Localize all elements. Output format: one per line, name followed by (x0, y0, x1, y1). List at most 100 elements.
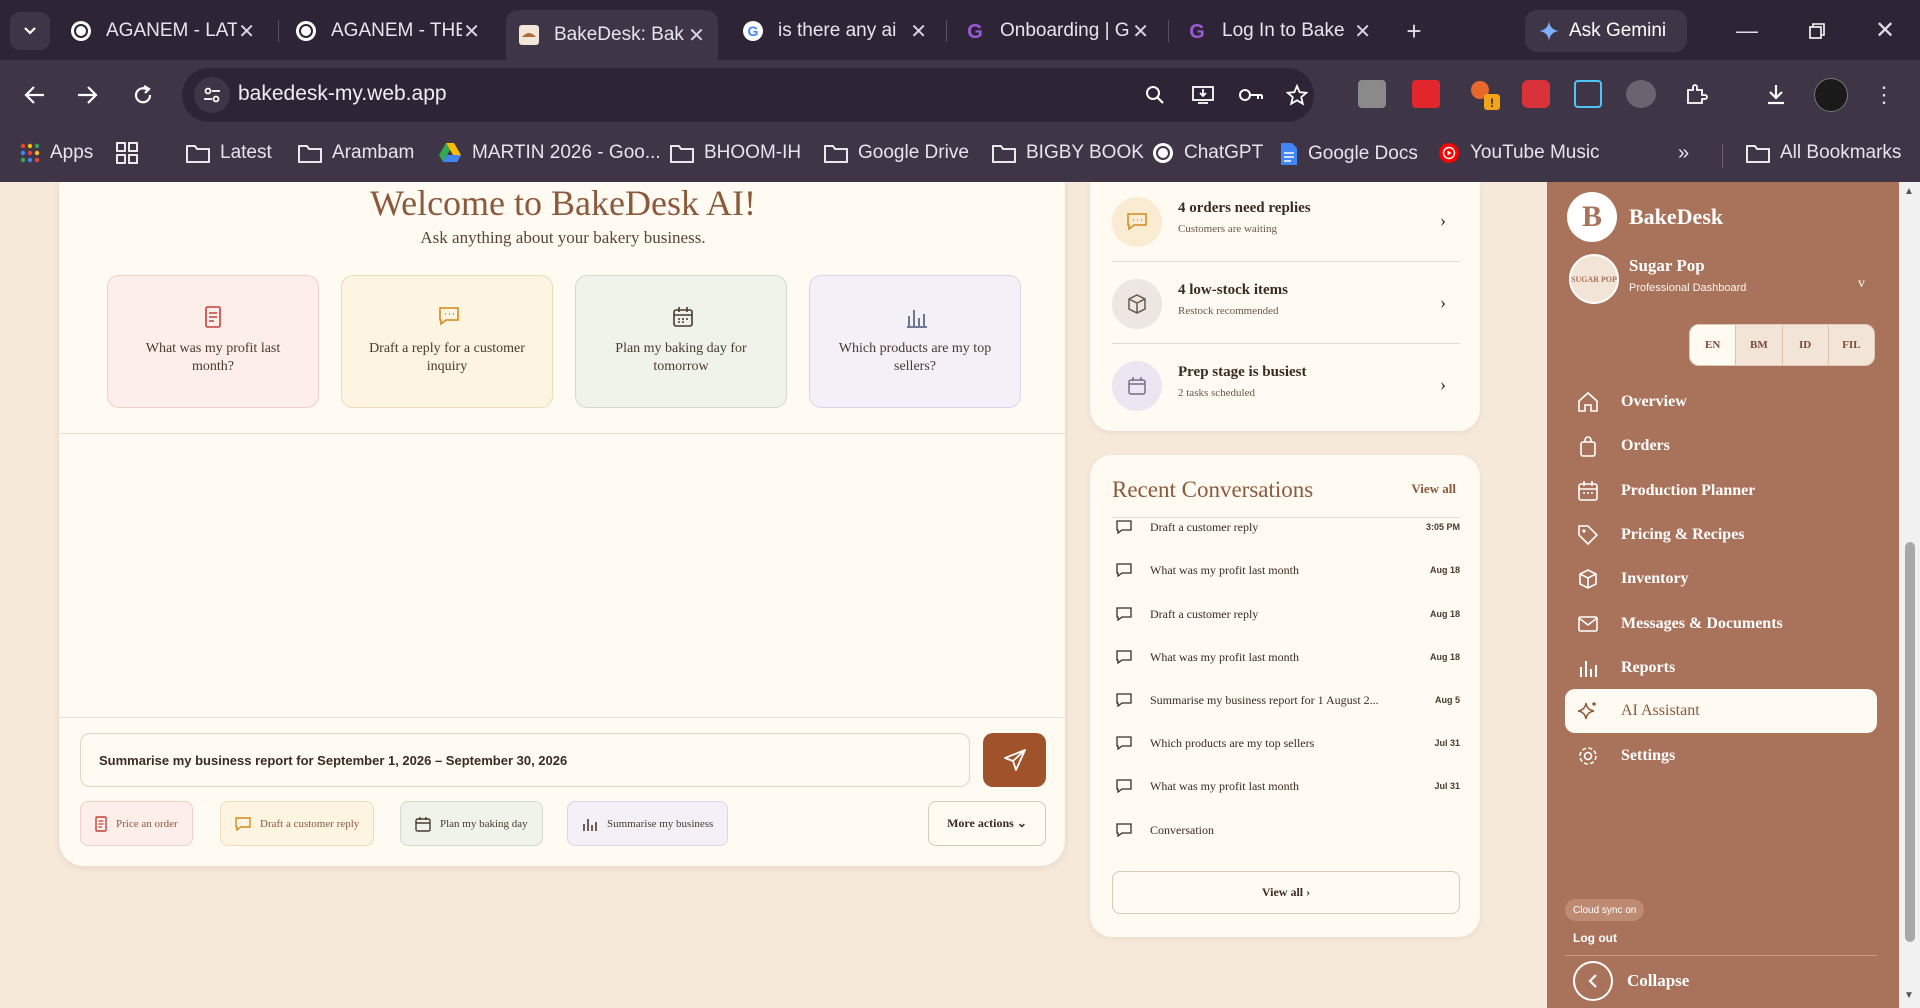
tab-search-button[interactable] (10, 12, 50, 50)
bookmark-grid[interactable] (116, 142, 148, 164)
collapse-button[interactable]: Collapse (1573, 960, 1689, 1002)
bookmark-folder[interactable]: BHOOM-IH (670, 142, 801, 164)
extension-icon[interactable] (1412, 80, 1440, 108)
password-key-icon[interactable] (1236, 80, 1266, 110)
nav-item-inventory[interactable]: Inventory (1565, 558, 1877, 600)
bookmark-folder[interactable]: BIGBY BOOK (992, 142, 1144, 164)
quick-action-price-order[interactable]: Price an order (80, 801, 193, 846)
nav-item-overview[interactable]: Overview (1565, 381, 1877, 423)
conversation-item[interactable]: What was my profit last month Aug 18 (1112, 637, 1460, 677)
send-button[interactable] (983, 733, 1046, 787)
extension-icon[interactable]: ! (1468, 78, 1500, 112)
close-icon[interactable]: ✕ (1353, 19, 1372, 44)
scrollbar-thumb[interactable] (1905, 542, 1915, 942)
back-button[interactable] (18, 78, 52, 112)
extension-icon[interactable] (1626, 80, 1656, 108)
nav-item-pricing-recipes[interactable]: Pricing & Recipes (1565, 514, 1877, 556)
nav-item-settings[interactable]: Settings (1565, 735, 1877, 777)
suggestion-card-profit[interactable]: What was my profit last month? (107, 275, 319, 408)
browser-tab[interactable]: AGANEM - THE ✕ (283, 10, 493, 52)
quick-action-plan-day[interactable]: Plan my baking day (400, 801, 543, 846)
svg-text:!: ! (1490, 96, 1494, 110)
conversation-item[interactable]: Summarise my business report for 1 Augus… (1112, 680, 1460, 720)
url-text[interactable]: bakedesk-my.web.app (238, 82, 447, 106)
conversation-item[interactable]: What was my profit last month Jul 31 (1112, 766, 1460, 806)
lang-id-button[interactable]: ID (1783, 325, 1829, 365)
reload-button[interactable] (126, 78, 160, 112)
bookmark-link[interactable]: YouTube Music (1438, 142, 1600, 164)
scroll-up-arrow[interactable]: ▲ (1904, 186, 1914, 197)
view-all-link[interactable]: View all (1411, 481, 1456, 497)
close-icon[interactable]: ✕ (687, 23, 706, 48)
bookmarks-overflow-button[interactable]: » (1678, 142, 1689, 165)
close-icon[interactable]: ✕ (462, 19, 481, 44)
browser-tab[interactable]: G is there any ai ✕ (730, 10, 940, 52)
close-icon[interactable]: ✕ (909, 19, 928, 44)
browser-tab[interactable]: G Log In to Bake ✕ (1174, 10, 1384, 52)
profile-avatar[interactable] (1814, 78, 1848, 112)
bookmark-folder[interactable]: Arambam (298, 142, 414, 164)
logout-link[interactable]: Log out (1573, 931, 1617, 945)
forward-button[interactable] (70, 78, 104, 112)
quick-action-summarise[interactable]: Summarise my business (567, 801, 729, 846)
extension-icon[interactable] (1574, 80, 1602, 108)
alert-low-stock[interactable]: 4 low-stock items Restock recommended › (1112, 262, 1460, 344)
lang-fil-button[interactable]: FIL (1829, 325, 1874, 365)
quick-action-draft-reply[interactable]: Draft a customer reply (220, 801, 375, 846)
install-app-icon[interactable] (1188, 80, 1218, 110)
browser-tab[interactable]: AGANEM - LAT ✕ (58, 10, 268, 52)
bookmark-folder[interactable]: Google Drive (824, 142, 969, 164)
nav-item-messages-documents[interactable]: Messages & Documents (1565, 603, 1877, 645)
scroll-down-arrow[interactable]: ▼ (1904, 990, 1914, 1001)
more-actions-button[interactable]: More actions ⌄ (928, 801, 1046, 846)
extensions-puzzle-icon[interactable] (1680, 78, 1712, 110)
bookmark-link[interactable]: ChatGPT (1152, 142, 1263, 164)
conversation-item[interactable]: Which products are my top sellers Jul 31 (1112, 723, 1460, 763)
bookmark-folder[interactable]: Latest (186, 142, 272, 164)
close-icon[interactable]: ✕ (1131, 19, 1150, 44)
bakery-switcher-chevron[interactable]: v (1858, 276, 1865, 292)
lang-bm-button[interactable]: BM (1736, 325, 1783, 365)
alert-orders-replies[interactable]: 4 orders need replies Customers are wait… (1112, 180, 1460, 262)
ask-gemini-button[interactable]: Ask Gemini (1525, 10, 1687, 52)
url-bar[interactable]: bakedesk-my.web.app (182, 68, 1314, 122)
conversation-item[interactable]: What was my profit last month Aug 18 (1112, 550, 1460, 590)
view-all-button[interactable]: View all › (1112, 871, 1460, 914)
suggestion-card-plan[interactable]: Plan my baking day for tomorrow (575, 275, 787, 408)
restore-button[interactable] (1800, 16, 1834, 46)
conversation-item[interactable]: Conversation (1112, 810, 1460, 850)
alert-prep-stage[interactable]: Prep stage is busiest 2 tasks scheduled … (1112, 344, 1460, 426)
extension-icon[interactable] (1522, 80, 1550, 108)
chat-input[interactable] (80, 733, 970, 787)
minimize-button[interactable]: — (1730, 16, 1764, 46)
conversation-item[interactable]: Draft a customer reply Aug 18 (1112, 594, 1460, 634)
bookmark-apps[interactable]: Apps (20, 142, 93, 164)
menu-kebab-icon[interactable]: ⋮ (1873, 78, 1895, 112)
new-tab-button[interactable]: + (1396, 14, 1432, 48)
suggestion-card-reply[interactable]: Draft a reply for a customer inquiry (341, 275, 553, 408)
site-info-button[interactable] (194, 77, 230, 113)
google-icon: G (743, 21, 763, 41)
bookmark-link[interactable]: MARTIN 2026 - Goo... (438, 142, 661, 164)
download-icon[interactable] (1760, 78, 1792, 110)
bookmark-star-icon[interactable] (1282, 80, 1312, 110)
browser-tab[interactable]: G Onboarding | G ✕ (952, 10, 1162, 52)
nav-item-ai-assistant[interactable]: AI Assistant (1565, 689, 1877, 733)
bakery-name[interactable]: Sugar Pop (1629, 256, 1705, 276)
bookmark-all-bookmarks[interactable]: All Bookmarks (1746, 142, 1901, 164)
browser-tab-active[interactable]: BakeDesk: Bak ✕ (506, 10, 718, 60)
nav-item-production-planner[interactable]: Production Planner (1565, 470, 1877, 512)
page-scrollbar[interactable]: ▲ ▼ (1900, 182, 1920, 1008)
extension-icon[interactable] (1358, 80, 1386, 108)
suggestion-card-top-sellers[interactable]: Which products are my top sellers? (809, 275, 1021, 408)
nav-item-reports[interactable]: Reports (1565, 647, 1877, 689)
conversation-item[interactable]: Draft a customer reply 3:05 PM (1112, 507, 1460, 547)
tab-title: AGANEM - THE (331, 20, 463, 41)
nav-item-orders[interactable]: Orders (1565, 425, 1877, 467)
close-icon[interactable]: ✕ (237, 19, 256, 44)
bookmark-link[interactable]: Google Docs (1280, 142, 1418, 166)
chat-bubble-icon (1116, 607, 1132, 621)
zoom-icon[interactable] (1140, 80, 1170, 110)
window-close-button[interactable]: ✕ (1868, 14, 1902, 46)
lang-en-button[interactable]: EN (1690, 325, 1737, 365)
